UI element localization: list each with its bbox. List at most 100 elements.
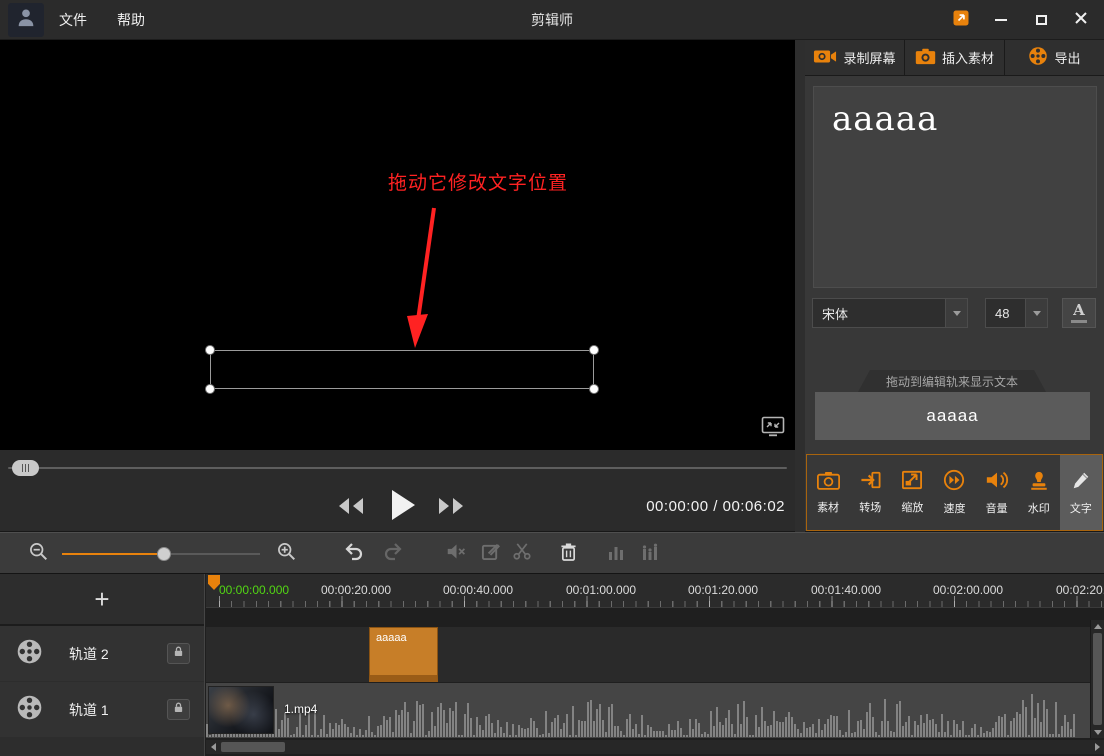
app-window: 文件 帮助 剪辑师 拖动它修改文字位置 [0, 0, 1104, 756]
track-2-name: 轨道 2 [69, 644, 109, 664]
audio-wave-view-button[interactable] [604, 542, 628, 566]
text-edit-area[interactable]: aaaaa [813, 86, 1097, 288]
user-avatar[interactable] [8, 3, 44, 37]
track-1-name: 轨道 1 [69, 700, 109, 720]
video-preview-canvas: 拖动它修改文字位置 [0, 40, 795, 450]
lock-icon [172, 645, 185, 663]
tool-material-label: 素材 [817, 499, 839, 515]
play-button[interactable] [388, 490, 418, 524]
fast-forward-icon [437, 497, 465, 520]
tool-speed[interactable]: 速度 [933, 455, 975, 530]
record-screen-button[interactable]: 录制屏幕 [805, 40, 905, 75]
fast-forward-button[interactable] [436, 495, 466, 521]
font-family-select[interactable]: 宋体 [812, 298, 968, 328]
tool-scale[interactable]: 缩放 [891, 455, 933, 530]
vertical-scroll-thumb[interactable] [1093, 633, 1102, 725]
track-2-lock-button[interactable] [167, 643, 190, 664]
split-clip-button[interactable] [510, 542, 534, 566]
zoom-in-icon [276, 541, 297, 567]
scroll-right-button[interactable] [1090, 740, 1104, 754]
insert-material-label: 插入素材 [942, 48, 994, 67]
redo-icon [382, 542, 403, 567]
redo-button[interactable] [380, 542, 404, 566]
scroll-left-button[interactable] [206, 740, 220, 754]
transition-arrow-icon [859, 470, 882, 495]
close-button[interactable] [1068, 7, 1094, 33]
track-2-lane: aaaaa [206, 627, 1104, 682]
menu-file[interactable]: 文件 [44, 0, 102, 40]
tool-text[interactable]: 文字 [1060, 455, 1102, 530]
font-size-select[interactable]: 48 [985, 298, 1048, 328]
mode-switch-button[interactable] [948, 7, 974, 33]
mute-audio-button[interactable] [444, 542, 468, 566]
track-reel-icon [16, 638, 43, 670]
ruler-label-current: 00:00:00.000 [219, 583, 289, 597]
font-color-button[interactable]: A [1062, 298, 1096, 328]
close-icon [1074, 11, 1088, 30]
edit-clip-button[interactable] [478, 542, 502, 566]
insert-material-button[interactable]: 插入素材 [905, 40, 1005, 75]
ruler-ticks-major [219, 596, 1104, 607]
triangle-up-icon [1094, 624, 1102, 629]
text-clip[interactable]: aaaaa [369, 627, 438, 682]
font-color-glyph: A [1073, 303, 1085, 318]
video-camera-icon [813, 48, 837, 68]
tool-volume[interactable]: 音量 [976, 455, 1018, 530]
rewind-icon [337, 497, 365, 520]
tool-material[interactable]: 素材 [807, 455, 849, 530]
zoom-slider-handle[interactable] [157, 547, 171, 561]
tool-watermark[interactable]: 水印 [1018, 455, 1060, 530]
ruler-label: 00:02:20. [1056, 583, 1104, 597]
export-label: 导出 [1054, 48, 1080, 67]
selection-handle-bottom-right[interactable] [589, 384, 599, 394]
playback-bar: 00:00:00 / 00:06:02 [0, 450, 795, 532]
tool-transition-label: 转场 [859, 499, 881, 515]
selection-handle-top-right[interactable] [589, 345, 599, 355]
photo-camera-icon [915, 47, 936, 68]
rewind-button[interactable] [336, 495, 366, 521]
zoom-slider[interactable] [62, 553, 260, 555]
tool-volume-label: 音量 [986, 500, 1008, 516]
add-track-button[interactable]: + [0, 574, 204, 626]
track-1-lock-button[interactable] [167, 699, 190, 720]
export-button[interactable]: 导出 [1005, 40, 1104, 75]
timeline-ruler[interactable]: 00:00:00.000 00:00:20.000 00:00:40.000 0… [206, 574, 1104, 608]
menu-help[interactable]: 帮助 [102, 0, 160, 40]
scroll-down-button[interactable] [1091, 726, 1104, 738]
zoom-in-button[interactable] [274, 542, 298, 566]
horizontal-scroll-thumb[interactable] [221, 742, 285, 752]
scale-icon [901, 470, 923, 495]
triangle-left-icon [211, 743, 216, 751]
text-edit-value: aaaaa [814, 87, 1096, 151]
lock-icon [172, 701, 185, 719]
chevron-down-icon[interactable] [945, 299, 967, 327]
chevron-down-icon[interactable] [1025, 299, 1047, 327]
ruler-label: 00:01:20.000 [688, 583, 758, 597]
text-selection-box[interactable] [210, 350, 594, 389]
fullscreen-button[interactable] [759, 416, 787, 442]
tool-transition[interactable]: 转场 [849, 455, 891, 530]
triangle-down-icon [1094, 730, 1102, 735]
audio-column-view-button[interactable] [638, 542, 662, 566]
font-controls: 宋体 48 A [805, 298, 1104, 328]
timeline: + 轨道 2 轨道 1 [0, 574, 1104, 756]
scroll-up-button[interactable] [1091, 620, 1104, 632]
film-reel-icon [1028, 46, 1048, 69]
video-clip[interactable]: 1.mp4 [206, 683, 1090, 738]
vertical-scrollbar[interactable] [1090, 620, 1104, 738]
seek-slider[interactable] [8, 467, 787, 469]
stamp-icon [1029, 470, 1049, 496]
delete-button[interactable] [556, 542, 580, 566]
minimize-button[interactable] [988, 7, 1014, 33]
time-display: 00:00:00 / 00:06:02 [646, 498, 785, 515]
selection-handle-top-left[interactable] [205, 345, 215, 355]
seek-handle[interactable] [12, 460, 39, 476]
draggable-text-item[interactable]: aaaaa [815, 392, 1090, 440]
zoom-out-button[interactable] [26, 542, 50, 566]
pencil-icon [1071, 470, 1091, 496]
horizontal-scrollbar[interactable] [206, 740, 1104, 754]
selection-handle-bottom-left[interactable] [205, 384, 215, 394]
maximize-button[interactable] [1028, 7, 1054, 33]
undo-button[interactable] [342, 542, 366, 566]
drag-hint-tab: 拖动到编辑轨来显示文本 [858, 370, 1046, 392]
